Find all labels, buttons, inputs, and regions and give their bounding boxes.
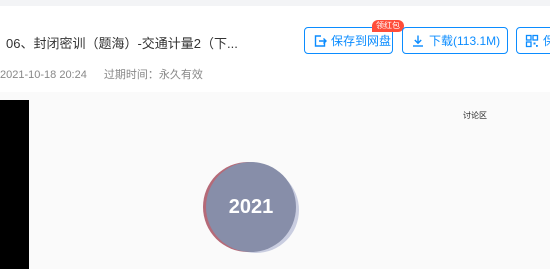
download-icon xyxy=(413,35,423,47)
year-text: 2021 xyxy=(228,195,274,218)
download-button[interactable]: 下载(113.1M) xyxy=(402,27,508,54)
qr-button-label: 保 xyxy=(543,34,550,48)
top-strip xyxy=(0,0,550,6)
video-black-bar xyxy=(0,100,29,269)
save-button-label: 保存到网盘 xyxy=(331,34,392,48)
file-meta: 2021-10-18 20:24 过期时间：永久有效 xyxy=(0,66,203,82)
expiry-text: 过期时间：永久有效 xyxy=(103,69,203,81)
red-packet-badge[interactable]: 领红包 xyxy=(372,20,404,32)
save-icon xyxy=(314,34,327,47)
qr-button[interactable]: 保 xyxy=(516,27,550,54)
qr-code-icon xyxy=(525,34,539,47)
file-title: 06、封闭密训（题海）-交通计量2（下... xyxy=(6,36,238,51)
discussion-label[interactable]: 讨论区 xyxy=(463,110,487,121)
share-time: 2021-10-18 20:24 xyxy=(0,69,87,81)
download-button-label: 下载(113.1M) xyxy=(429,34,501,48)
